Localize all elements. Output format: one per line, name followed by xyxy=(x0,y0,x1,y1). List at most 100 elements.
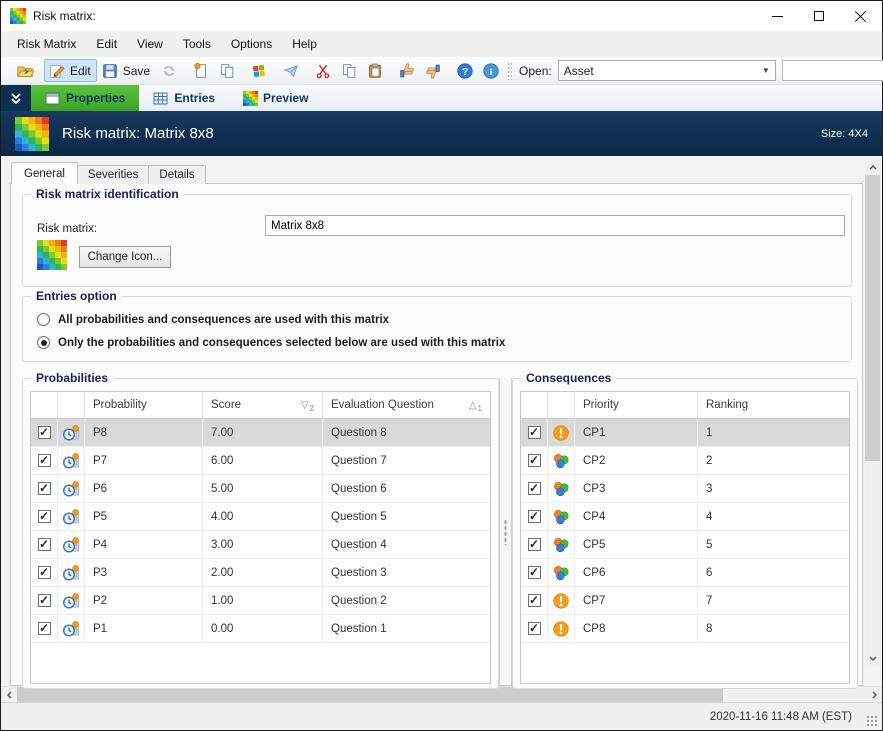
consequence-row[interactable]: CP6 6 xyxy=(521,559,849,587)
vertical-scroll-thumb[interactable] xyxy=(865,175,880,461)
vertical-scrollbar[interactable] xyxy=(865,159,880,666)
row-checkbox[interactable] xyxy=(31,447,58,474)
checked-checkbox-icon[interactable] xyxy=(528,482,541,495)
thumbs-down-button[interactable] xyxy=(420,59,446,82)
scroll-left-button[interactable] xyxy=(1,687,17,703)
row-checkbox[interactable] xyxy=(31,531,58,558)
header-checkbox-column[interactable] xyxy=(521,392,548,418)
row-checkbox[interactable] xyxy=(521,419,548,446)
checked-checkbox-icon[interactable] xyxy=(38,510,51,523)
duplicate-button[interactable] xyxy=(214,59,240,82)
consequence-row[interactable]: CP8 8 xyxy=(521,615,849,643)
checked-checkbox-icon[interactable] xyxy=(528,538,541,551)
radio-button-icon[interactable] xyxy=(37,336,50,349)
table-splitter[interactable] xyxy=(499,378,512,685)
row-checkbox[interactable] xyxy=(521,447,548,474)
checked-checkbox-icon[interactable] xyxy=(38,426,51,439)
tab-details[interactable]: Details xyxy=(148,165,205,184)
windows-button[interactable] xyxy=(246,59,272,82)
cut-button[interactable] xyxy=(310,59,336,82)
menu-options[interactable]: Options xyxy=(221,33,282,55)
help-button[interactable]: ? xyxy=(452,59,478,82)
probability-row[interactable]: P7 6.00 Question 7 xyxy=(31,447,490,475)
checked-checkbox-icon[interactable] xyxy=(528,622,541,635)
row-checkbox[interactable] xyxy=(31,419,58,446)
tab-general[interactable]: General xyxy=(11,162,78,184)
scroll-right-button[interactable] xyxy=(866,687,882,703)
menu-edit[interactable]: Edit xyxy=(86,33,127,55)
header-evaluation-question[interactable]: Evaluation Question△1 xyxy=(323,392,490,418)
consequence-row[interactable]: CP5 5 xyxy=(521,531,849,559)
header-priority[interactable]: Priority xyxy=(575,392,698,418)
probability-row[interactable]: P5 4.00 Question 5 xyxy=(31,503,490,531)
scroll-up-button[interactable] xyxy=(865,159,880,175)
checked-checkbox-icon[interactable] xyxy=(38,594,51,607)
maximize-button[interactable] xyxy=(798,1,840,31)
probability-row[interactable]: P4 3.00 Question 4 xyxy=(31,531,490,559)
tab-preview[interactable]: Preview xyxy=(229,85,322,111)
row-checkbox[interactable] xyxy=(31,475,58,502)
row-checkbox[interactable] xyxy=(31,503,58,530)
consequence-row[interactable]: CP4 4 xyxy=(521,503,849,531)
thumbs-up-button[interactable] xyxy=(394,59,420,82)
entries-option-1[interactable]: All probabilities and consequences are u… xyxy=(37,313,389,326)
checked-checkbox-icon[interactable] xyxy=(528,510,541,523)
checked-checkbox-icon[interactable] xyxy=(528,594,541,607)
header-icon-column[interactable] xyxy=(548,392,575,418)
header-score[interactable]: Score▽2 xyxy=(203,392,323,418)
tab-severities[interactable]: Severities xyxy=(77,165,150,184)
open-file-button[interactable] xyxy=(12,59,38,82)
header-probability[interactable]: Probability xyxy=(85,392,203,418)
radio-button-icon[interactable] xyxy=(37,313,50,326)
save-button[interactable]: Save xyxy=(97,59,156,82)
row-checkbox[interactable] xyxy=(521,531,548,558)
checked-checkbox-icon[interactable] xyxy=(528,454,541,467)
menu-risk-matrix[interactable]: Risk Matrix xyxy=(7,33,86,55)
paste-button[interactable] xyxy=(362,59,388,82)
checked-checkbox-icon[interactable] xyxy=(38,566,51,579)
new-item-button[interactable] xyxy=(188,59,214,82)
risk-matrix-name-input[interactable] xyxy=(265,215,845,236)
row-checkbox[interactable] xyxy=(521,559,548,586)
row-checkbox[interactable] xyxy=(31,587,58,614)
scroll-down-button[interactable] xyxy=(865,650,880,666)
row-checkbox[interactable] xyxy=(31,559,58,586)
edit-button[interactable]: Edit xyxy=(44,59,97,82)
header-icon-column[interactable] xyxy=(58,392,85,418)
header-ranking[interactable]: Ranking xyxy=(698,392,849,418)
menu-tools[interactable]: Tools xyxy=(173,33,221,55)
probability-row[interactable]: P1 0.00 Question 1 xyxy=(31,615,490,643)
share-button[interactable] xyxy=(278,59,304,82)
resize-grip[interactable] xyxy=(866,715,878,727)
consequence-row[interactable]: CP3 3 xyxy=(521,475,849,503)
menu-help[interactable]: Help xyxy=(282,33,327,55)
vertical-scroll-track[interactable] xyxy=(865,461,880,650)
checked-checkbox-icon[interactable] xyxy=(38,622,51,635)
checked-checkbox-icon[interactable] xyxy=(528,426,541,439)
tab-entries[interactable]: Entries xyxy=(139,85,229,111)
row-checkbox[interactable] xyxy=(521,475,548,502)
info-button[interactable]: i xyxy=(478,59,504,82)
minimize-button[interactable] xyxy=(756,1,798,31)
row-checkbox[interactable] xyxy=(521,503,548,530)
probability-row[interactable]: P3 2.00 Question 3 xyxy=(31,559,490,587)
checked-checkbox-icon[interactable] xyxy=(528,566,541,579)
checked-checkbox-icon[interactable] xyxy=(38,482,51,495)
row-checkbox[interactable] xyxy=(31,615,58,642)
checked-checkbox-icon[interactable] xyxy=(38,538,51,551)
entries-option-2[interactable]: Only the probabilities and consequences … xyxy=(37,336,505,349)
header-checkbox-column[interactable] xyxy=(31,392,58,418)
probability-row[interactable]: P2 1.00 Question 2 xyxy=(31,587,490,615)
checked-checkbox-icon[interactable] xyxy=(38,454,51,467)
row-checkbox[interactable] xyxy=(521,587,548,614)
refresh-button[interactable] xyxy=(156,59,182,82)
probability-row[interactable]: P6 5.00 Question 6 xyxy=(31,475,490,503)
open-search-input[interactable] xyxy=(782,60,883,81)
row-checkbox[interactable] xyxy=(521,615,548,642)
change-icon-button[interactable]: Change Icon... xyxy=(79,246,171,268)
tab-properties[interactable]: Properties xyxy=(31,85,139,111)
collapse-button[interactable] xyxy=(1,85,31,111)
consequence-row[interactable]: CP2 2 xyxy=(521,447,849,475)
open-type-combobox[interactable]: Asset ▼ xyxy=(558,60,776,81)
consequence-row[interactable]: CP7 7 xyxy=(521,587,849,615)
